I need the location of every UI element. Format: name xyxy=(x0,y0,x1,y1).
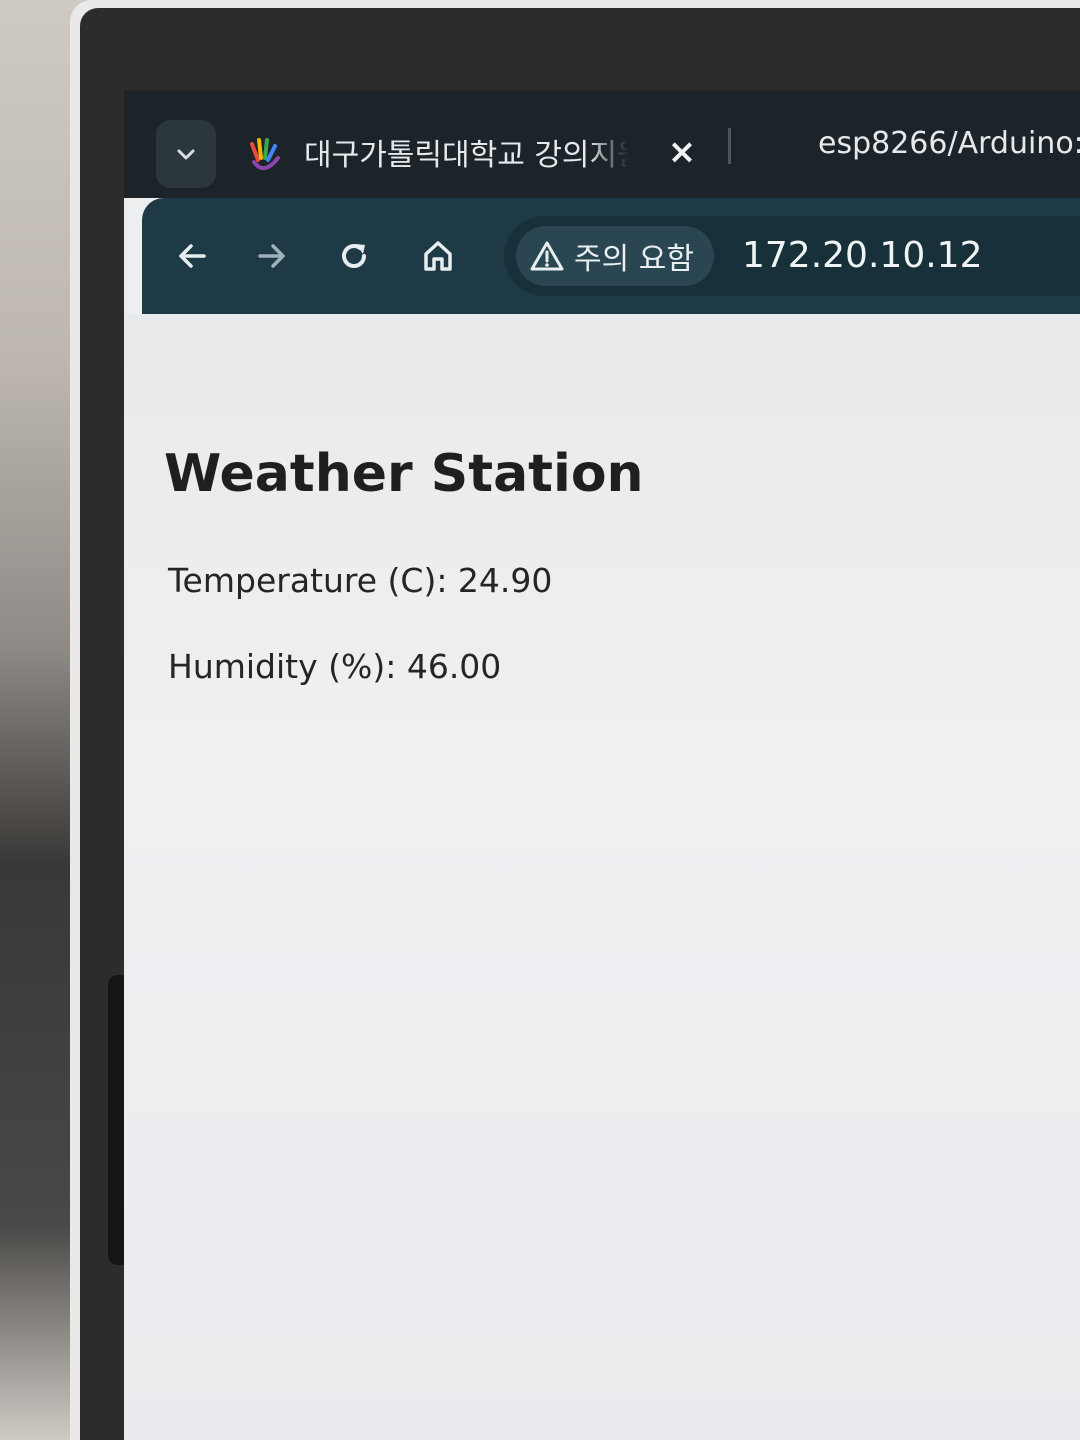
back-button[interactable] xyxy=(162,226,222,286)
tab-divider xyxy=(728,128,731,164)
reload-icon xyxy=(342,244,366,268)
security-label: 주의 요함 xyxy=(574,242,694,277)
address-bar[interactable]: 주의 요함 172.20.10.12 xyxy=(504,216,1080,296)
web-page: Weather Station Temperature (C): 24.90 H… xyxy=(124,314,1080,1440)
tab-close-button[interactable]: × xyxy=(662,130,702,174)
warning-triangle-icon xyxy=(530,241,564,271)
humidity-reading: Humidity (%): 46.00 xyxy=(168,647,502,686)
temperature-reading: Temperature (C): 24.90 xyxy=(168,561,553,600)
site-security-chip[interactable]: 주의 요함 xyxy=(516,226,714,286)
tab-search-button[interactable] xyxy=(156,120,216,188)
reload-button[interactable] xyxy=(324,226,384,286)
chevron-down-icon xyxy=(177,149,195,160)
tab-strip: 대구가톨릭대학교 강의지원 × esp8266/Arduino: E xyxy=(124,90,1080,198)
tab-active[interactable]: 대구가톨릭대학교 강의지원 × xyxy=(230,102,710,198)
forward-button[interactable] xyxy=(242,226,302,286)
university-favicon-icon xyxy=(250,138,280,170)
forward-arrow-icon xyxy=(258,244,285,268)
browser-window: 대구가톨릭대학교 강의지원 × esp8266/Arduino: E xyxy=(124,90,1080,1440)
browser-toolbar: 주의 요함 172.20.10.12 xyxy=(142,198,1080,314)
home-button[interactable] xyxy=(408,226,468,286)
tab-title: 대구가톨릭대학교 강의지원 xyxy=(304,136,628,176)
page-title: Weather Station xyxy=(164,444,644,504)
home-icon xyxy=(424,241,452,271)
tab-esp8266[interactable]: esp8266/Arduino: E xyxy=(818,124,1080,164)
url-text[interactable]: 172.20.10.12 xyxy=(742,234,982,278)
back-arrow-icon xyxy=(179,244,206,268)
